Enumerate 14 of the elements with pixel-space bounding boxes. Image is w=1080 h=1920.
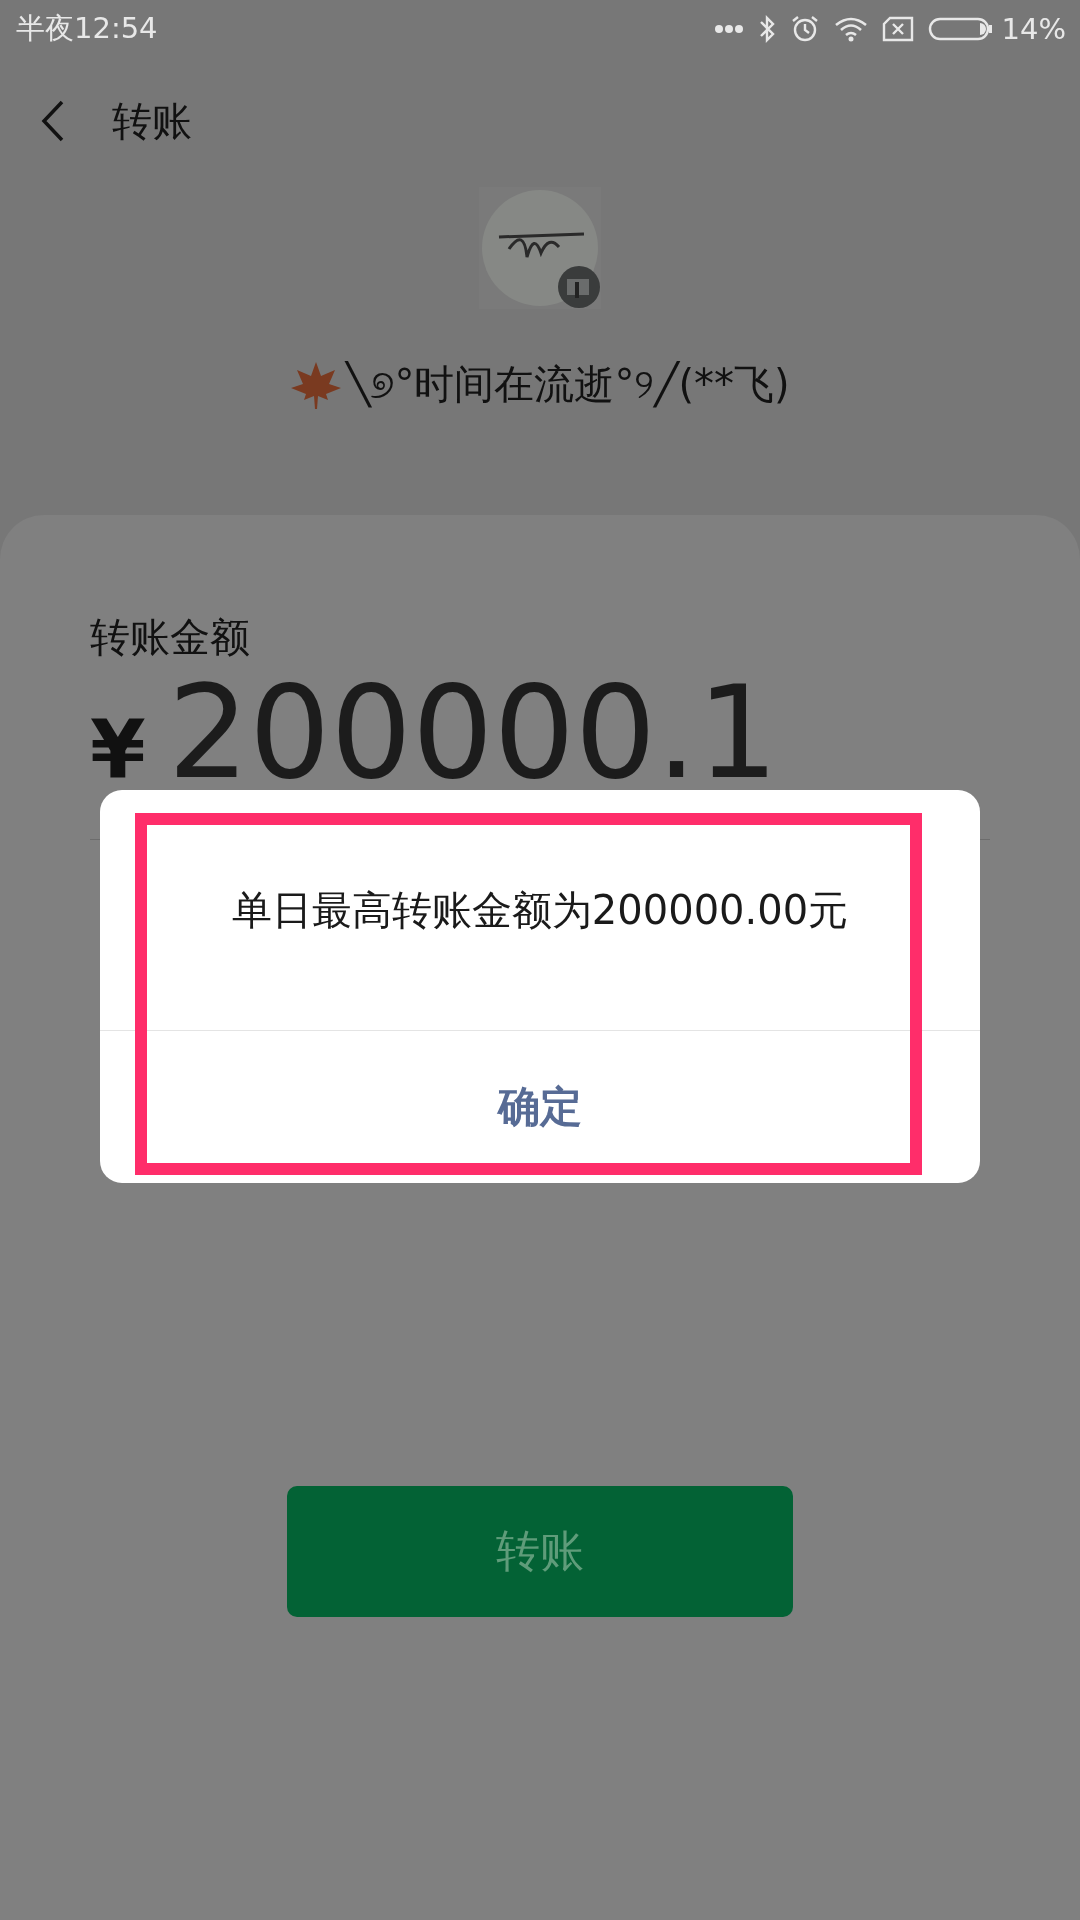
status-time: 半夜12:54 <box>16 10 158 47</box>
wifi-icon <box>833 16 868 42</box>
battery-icon <box>927 16 994 42</box>
confirm-button[interactable]: 确定 <box>100 1031 980 1183</box>
back-button[interactable] <box>40 99 66 143</box>
more-icon <box>713 24 744 34</box>
bluetooth-icon <box>757 14 776 44</box>
page-title: 转账 <box>112 96 192 146</box>
no-sim-icon <box>881 16 914 42</box>
battery-percent: 14% <box>1001 12 1066 46</box>
payee-name: ╲୭°时间在流逝°୨╱(**飞) <box>346 360 790 410</box>
amount-label: 转账金额 <box>90 613 250 662</box>
dialog-message: 单日最高转账金额为200000.00元 <box>231 885 849 935</box>
currency-symbol: ¥ <box>90 703 146 796</box>
